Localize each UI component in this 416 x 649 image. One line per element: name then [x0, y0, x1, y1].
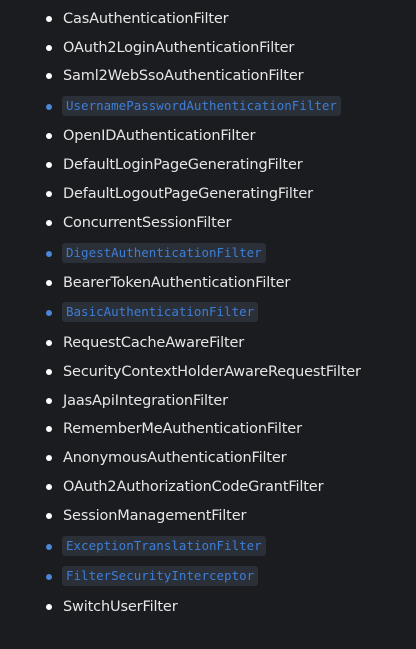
list-item: DefaultLoginPageGeneratingFilter	[0, 153, 416, 177]
bullet-icon	[46, 251, 52, 257]
filter-name: RequestCacheAwareFilter	[63, 335, 245, 351]
filter-code-name: UsernamePasswordAuthenticationFilter	[62, 96, 341, 116]
filter-name: JaasApiIntegrationFilter	[63, 393, 228, 409]
filter-name: OpenIDAuthenticationFilter	[63, 128, 256, 144]
filter-name: BearerTokenAuthenticationFilter	[63, 275, 291, 291]
filter-code-name: BasicAuthenticationFilter	[62, 302, 259, 322]
bullet-icon	[46, 484, 52, 490]
filter-name: RememberMeAuthenticationFilter	[63, 421, 302, 437]
list-item: OAuth2AuthorizationCodeGrantFilter	[0, 475, 416, 499]
bullet-icon	[46, 544, 52, 550]
bullet-icon	[46, 455, 52, 461]
filter-name: DefaultLoginPageGeneratingFilter	[63, 157, 303, 173]
list-item: DefaultLogoutPageGeneratingFilter	[0, 182, 416, 206]
list-item: Saml2WebSsoAuthenticationFilter	[0, 64, 416, 88]
filter-name: DefaultLogoutPageGeneratingFilter	[63, 186, 313, 202]
bullet-icon	[46, 162, 52, 168]
bullet-icon	[46, 280, 52, 286]
filter-name: AnonymousAuthenticationFilter	[63, 450, 287, 466]
list-item: BasicAuthenticationFilter	[0, 301, 416, 325]
filter-name: OAuth2LoginAuthenticationFilter	[63, 40, 295, 56]
list-item: OAuth2LoginAuthenticationFilter	[0, 36, 416, 60]
list-item: JaasApiIntegrationFilter	[0, 389, 416, 413]
bullet-icon	[46, 426, 52, 432]
filter-name: SwitchUserFilter	[63, 599, 178, 615]
list-item: ConcurrentSessionFilter	[0, 211, 416, 235]
filter-name: SessionManagementFilter	[63, 508, 247, 524]
bullet-icon	[46, 574, 52, 580]
list-item: DigestAuthenticationFilter	[0, 242, 416, 266]
bullet-icon	[46, 369, 52, 375]
list-item: SecurityContextHolderAwareRequestFilter	[0, 360, 416, 384]
filter-code-name: DigestAuthenticationFilter	[62, 243, 266, 263]
bullet-icon	[46, 133, 52, 139]
filter-code-name: FilterSecurityInterceptor	[62, 566, 259, 586]
bullet-icon	[46, 398, 52, 404]
filter-code-name: ExceptionTranslationFilter	[62, 536, 266, 556]
filter-name: CasAuthenticationFilter	[63, 11, 229, 27]
bullet-icon	[46, 340, 52, 346]
bullet-icon	[46, 513, 52, 519]
bullet-icon	[46, 220, 52, 226]
list-item: SwitchUserFilter	[0, 595, 416, 619]
list-item: ExceptionTranslationFilter	[0, 535, 416, 559]
bullet-icon	[46, 16, 52, 22]
list-item: RequestCacheAwareFilter	[0, 331, 416, 355]
bullet-icon	[46, 45, 52, 51]
filter-name: ConcurrentSessionFilter	[63, 215, 232, 231]
bullet-icon	[46, 104, 52, 110]
list-item: OpenIDAuthenticationFilter	[0, 124, 416, 148]
list-item: AnonymousAuthenticationFilter	[0, 446, 416, 470]
list-item: FilterSecurityInterceptor	[0, 565, 416, 589]
list-item: UsernamePasswordAuthenticationFilter	[0, 95, 416, 119]
bullet-icon	[46, 604, 52, 610]
list-item: BearerTokenAuthenticationFilter	[0, 271, 416, 295]
bullet-icon	[46, 73, 52, 79]
bullet-icon	[46, 310, 52, 316]
filter-name: SecurityContextHolderAwareRequestFilter	[63, 364, 361, 380]
filter-name: Saml2WebSsoAuthenticationFilter	[63, 68, 304, 84]
list-item: CasAuthenticationFilter	[0, 7, 416, 31]
list-item: RememberMeAuthenticationFilter	[0, 417, 416, 441]
bullet-icon	[46, 191, 52, 197]
filter-name: OAuth2AuthorizationCodeGrantFilter	[63, 479, 324, 495]
list-item: SessionManagementFilter	[0, 504, 416, 528]
